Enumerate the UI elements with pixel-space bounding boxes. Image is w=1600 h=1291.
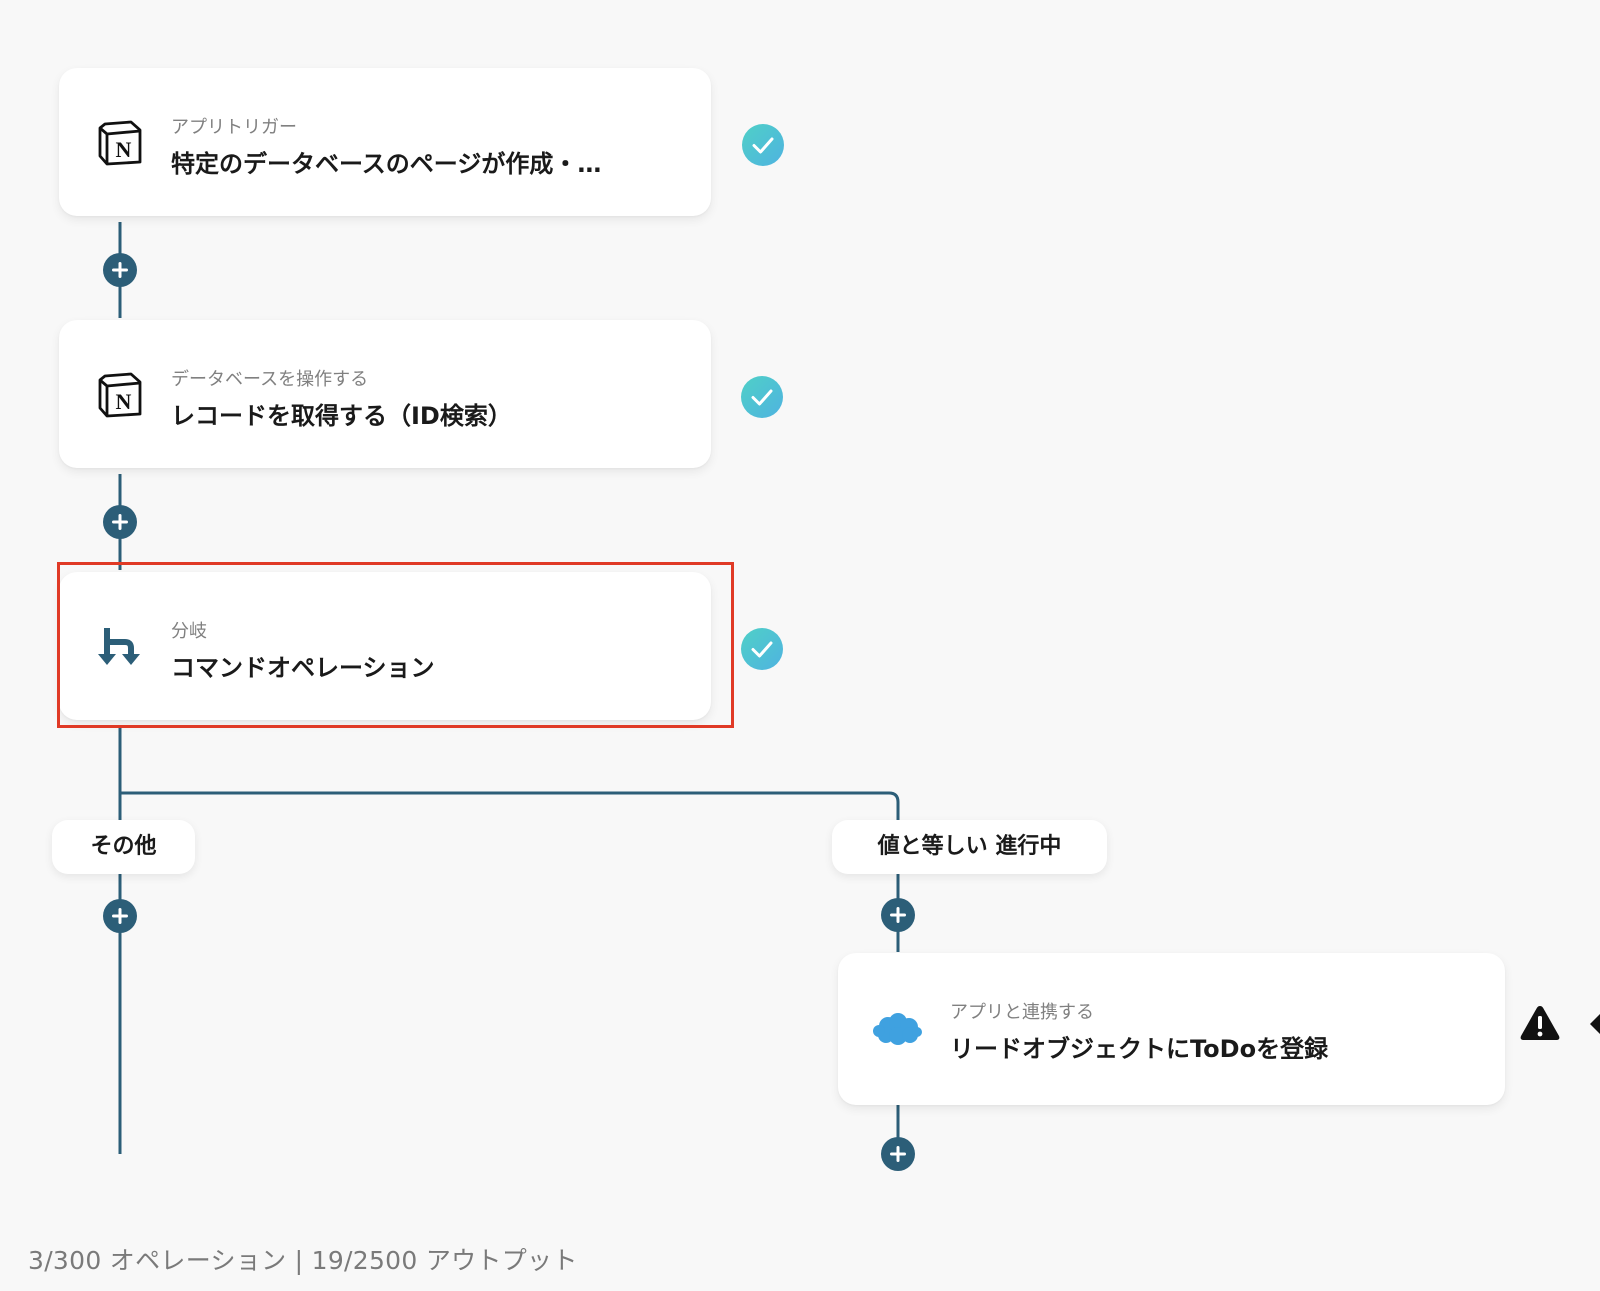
notion-icon: N: [98, 120, 142, 166]
notion-icon: N: [98, 372, 142, 418]
step-subtitle: データベースを操作する: [171, 369, 369, 390]
svg-text:N: N: [116, 389, 132, 414]
salesforce-icon: [873, 1013, 922, 1045]
branch-label-condition[interactable]: 値と等しい 進行中: [832, 820, 1107, 874]
check-icon: [741, 376, 783, 418]
warning-icon: [1520, 1006, 1560, 1040]
check-icon: [741, 628, 783, 670]
step-card-trigger[interactable]: N アプリトリガー 特定のデータベースのページが作成・…: [59, 68, 711, 216]
step-title: 特定のデータベースのページが作成・…: [171, 150, 602, 178]
step-subtitle: 分岐: [171, 621, 207, 642]
svg-text:N: N: [116, 137, 132, 162]
check-icon: [742, 124, 784, 166]
step-title: コマンドオペレーション: [171, 654, 435, 682]
branch-icon: [98, 628, 140, 665]
step-card-branch[interactable]: 分岐 コマンドオペレーション: [59, 572, 711, 720]
step-title: リードオブジェクトにToDoを登録: [950, 1035, 1329, 1063]
step-card-salesforce[interactable]: アプリと連携する リードオブジェクトにToDoを登録: [838, 953, 1505, 1105]
usage-counter: 3/300 オペレーション | 19/2500 アウトプット: [28, 1246, 578, 1275]
branch-label-other[interactable]: その他: [52, 820, 195, 874]
add-step-button[interactable]: [881, 1137, 915, 1171]
step-subtitle: アプリと連携する: [950, 1002, 1094, 1023]
step-card-get-record[interactable]: N データベースを操作する レコードを取得する（ID検索）: [59, 320, 711, 468]
add-step-button[interactable]: [103, 253, 137, 287]
expand-panel-arrow-icon[interactable]: [1588, 1012, 1600, 1036]
step-title: レコードを取得する（ID検索）: [171, 402, 512, 430]
step-subtitle: アプリトリガー: [171, 117, 297, 138]
add-step-button[interactable]: [103, 899, 137, 933]
add-step-button[interactable]: [103, 505, 137, 539]
add-step-button[interactable]: [881, 898, 915, 932]
